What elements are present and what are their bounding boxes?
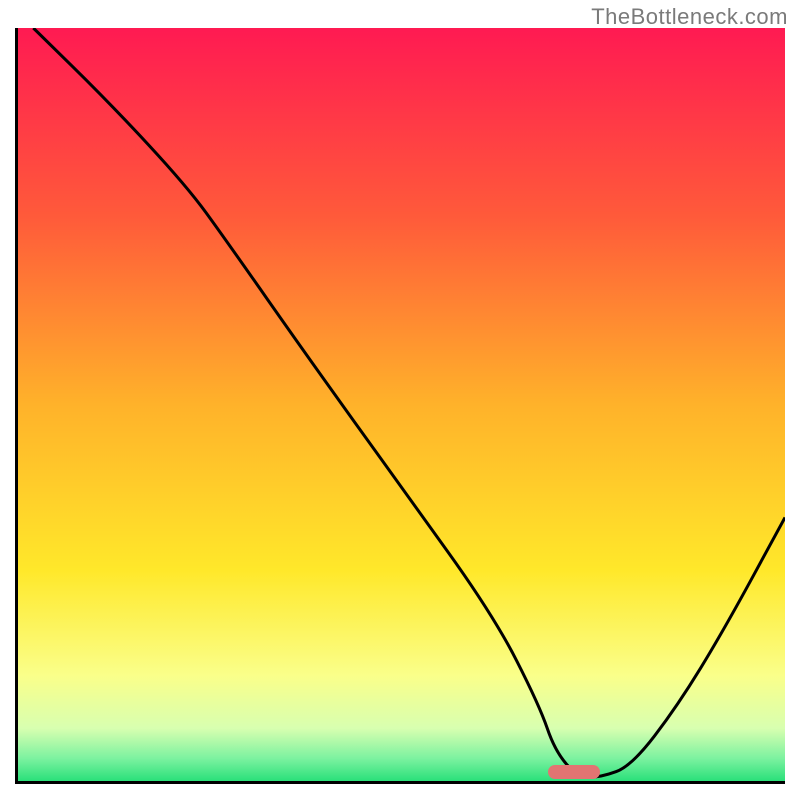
- watermark-text: TheBottleneck.com: [591, 4, 788, 30]
- chart-axes-frame: [15, 28, 785, 784]
